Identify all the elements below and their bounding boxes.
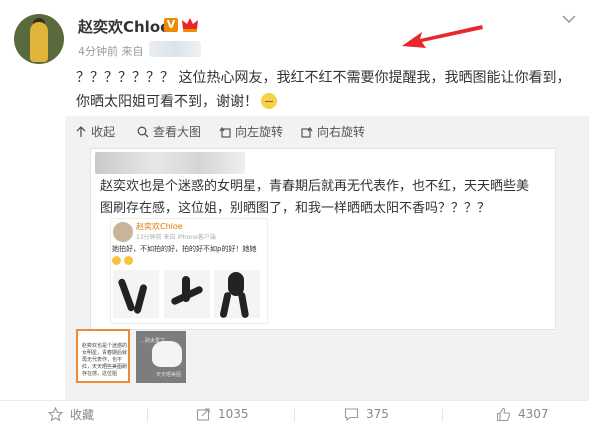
chevron-down-icon[interactable] (562, 14, 576, 24)
emoji-icon (112, 256, 121, 265)
thumbs-up-icon (496, 407, 511, 421)
author-name[interactable]: 赵奕欢Chloe (78, 16, 170, 37)
verified-badge-icon[interactable]: V (164, 18, 178, 32)
nested-avatar (113, 222, 133, 242)
like-button[interactable]: 4307 (496, 405, 549, 423)
post-text: ？？？？？？？ 这位热心网友，我红不红不需要你提醒我，我晒图能让你看到，你晒太阳… (76, 70, 571, 110)
nested-meta: 13分钟前 来自 iPhone客户端 (136, 234, 216, 241)
thumbnail[interactable]: …别太爱了 天天晒美图 (136, 331, 186, 383)
arrow-up-icon (76, 125, 86, 137)
nested-photo (214, 270, 260, 318)
rotate-left-icon (219, 126, 231, 138)
magnifier-icon (137, 126, 149, 137)
blurred-source (149, 41, 201, 57)
divider (147, 408, 148, 422)
divider (442, 408, 443, 422)
post-meta: 4分钟前 来自 (78, 43, 144, 59)
image-caption-text: 赵奕欢也是个迷惑的女明星，青春期后就再无代表作，也不红，天天晒些美图刷存在感，这… (100, 179, 530, 216)
rotate-right-icon (301, 126, 313, 138)
avatar[interactable] (14, 14, 64, 64)
vip-crown-icon[interactable] (181, 16, 199, 33)
annotation-arrow-icon (402, 25, 483, 48)
post-source-label: 来自 (121, 45, 144, 58)
smile-emoji-icon (261, 93, 277, 109)
nested-text: 她拍好，不如拍的好，拍的好不如p的好！她她 (112, 245, 257, 253)
nested-photo (113, 270, 159, 318)
view-large-button[interactable]: 查看大图 (137, 123, 201, 140)
repost-icon (196, 407, 210, 421)
star-icon (48, 406, 63, 422)
rotate-left-button[interactable]: 向左旋转 (219, 123, 283, 140)
repost-button[interactable]: 1035 (196, 405, 249, 423)
collapse-button[interactable]: 收起 (75, 123, 115, 140)
post-time[interactable]: 4分钟前 (78, 45, 118, 58)
emoji-icon (124, 256, 133, 265)
nested-photo (164, 270, 210, 318)
thumbnail-selected[interactable]: 赵奕欢也是个迷惑的女明星，青春期后就再无代表作，也不红，天天晒些美图刷存在感，这… (76, 329, 130, 383)
nested-author: 赵奕欢Chloe (136, 222, 183, 231)
favorite-button[interactable]: 收藏 (48, 405, 94, 423)
comment-button[interactable]: 375 (344, 405, 389, 423)
blurred-username (95, 152, 245, 174)
cat-image (152, 341, 182, 367)
rotate-right-button[interactable]: 向右旋转 (301, 123, 365, 140)
comment-icon (344, 407, 359, 421)
divider (294, 408, 295, 422)
